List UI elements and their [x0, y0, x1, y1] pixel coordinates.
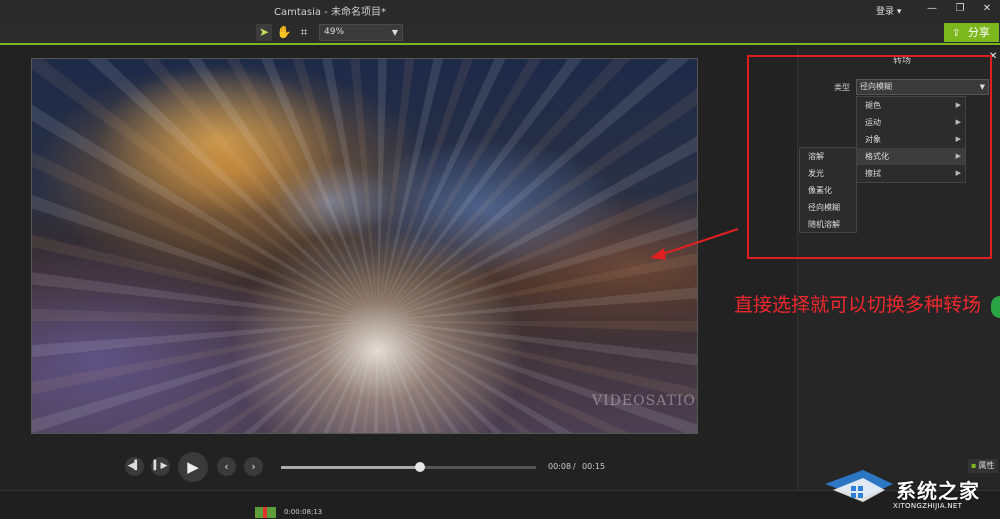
playhead[interactable] — [255, 507, 276, 518]
playhead-time: 0:00:08;13 — [284, 508, 323, 516]
current-time: 00:08 — [548, 462, 572, 471]
upload-icon: ⇪ — [952, 28, 961, 39]
annotation-text: 直接选择就可以切换多种转场 — [734, 294, 982, 316]
logo-name: 系统之家 — [896, 479, 980, 503]
total-time: 00:15 — [582, 462, 606, 471]
highlight-box — [747, 55, 992, 259]
next-marker-icon[interactable]: › — [244, 457, 263, 476]
progress-slider[interactable] — [281, 462, 536, 472]
playhead-marker — [263, 507, 267, 518]
chevron-down-icon: ▼ — [391, 28, 398, 37]
crop-icon[interactable]: ⌗ — [296, 24, 312, 41]
close-window-button[interactable]: ✕ — [977, 2, 997, 16]
previous-marker-icon[interactable]: ‹ — [217, 457, 236, 476]
minimize-button[interactable]: — — [922, 2, 942, 16]
zoom-dropdown[interactable]: 49% ▼ — [319, 24, 403, 41]
select-tool-icon[interactable]: ➤ — [256, 24, 272, 41]
progress-fill — [281, 466, 420, 469]
logo-url: XITONGZHIJIA.NET — [893, 502, 963, 510]
pan-hand-icon[interactable]: ✋ — [276, 24, 292, 41]
playback-bar: ◀▍ ▍▶ ▶ ‹ › 00:08 / 00:15 — [0, 445, 797, 490]
toolbar: ➤ ✋ ⌗ 49% ▼ ⇪ 分享 — [0, 20, 1000, 45]
time-separator: / — [573, 462, 576, 471]
play-button[interactable]: ▶ — [178, 452, 208, 482]
previous-frame-icon[interactable]: ◀▍ — [125, 457, 144, 476]
radial-blur-effect — [32, 59, 697, 433]
canvas-area: VIDEOSATION — [0, 47, 797, 445]
title-bar: Camtasia - 未命名项目* 登录 ▾ — ❐ ✕ — [0, 0, 1000, 20]
login-menu[interactable]: 登录 ▾ — [876, 4, 901, 17]
restore-button[interactable]: ❐ — [950, 2, 970, 16]
share-label: 分享 — [967, 26, 990, 39]
camtasia-window: Camtasia - 未命名项目* 登录 ▾ — ❐ ✕ ➤ ✋ ⌗ 49% ▼… — [0, 0, 1000, 519]
window-title: Camtasia - 未命名项目* — [274, 7, 386, 18]
progress-knob[interactable] — [414, 462, 425, 472]
side-badge — [991, 296, 1000, 318]
video-watermark: VIDEOSATION — [592, 393, 698, 409]
zoom-value: 49% — [324, 27, 345, 37]
video-preview[interactable]: VIDEOSATION — [31, 58, 698, 434]
share-button[interactable]: ⇪ 分享 — [944, 23, 999, 42]
step-forward-icon[interactable]: ▍▶ — [151, 457, 170, 476]
